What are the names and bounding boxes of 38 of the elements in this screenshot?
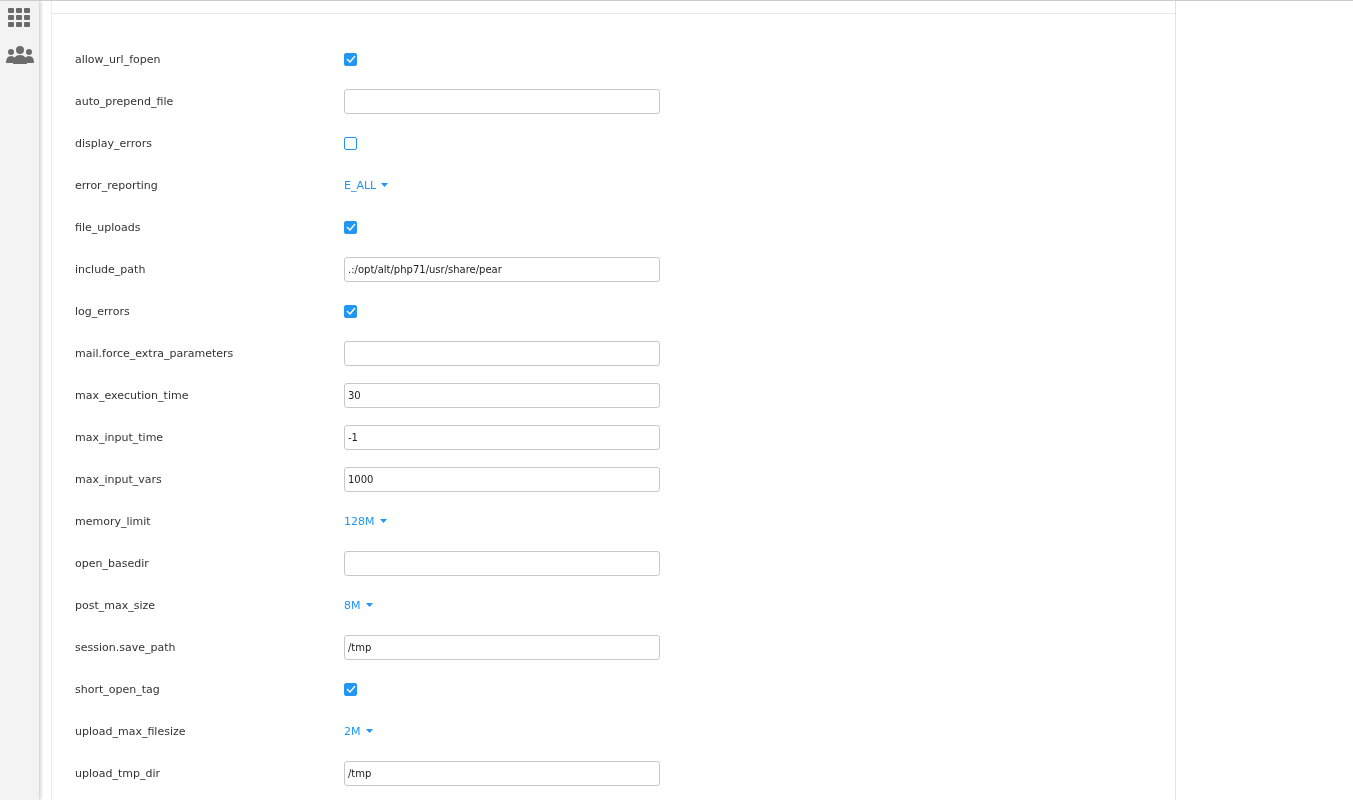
input-field[interactable] (344, 88, 660, 114)
setting-label: max_input_vars (75, 472, 163, 486)
setting-label: max_input_time (75, 430, 165, 444)
grid-icon[interactable] (8, 8, 31, 27)
setting-label: upload_max_filesize (75, 724, 187, 738)
checkbox[interactable] (344, 682, 357, 696)
checkbox[interactable] (344, 136, 357, 150)
checkbox[interactable] (344, 304, 357, 318)
input-field[interactable] (344, 340, 660, 366)
setting-label: display_errors (75, 136, 153, 150)
setting-label: max_execution_time (75, 388, 190, 402)
setting-label: session.save_path (75, 640, 177, 654)
input-field[interactable]: /tmp (344, 760, 660, 786)
caret-icon (365, 603, 373, 607)
setting-label: log_errors (75, 304, 131, 318)
setting-label: allow_url_fopen (75, 52, 162, 66)
input-field[interactable] (344, 550, 660, 576)
caret-icon (381, 183, 389, 187)
input-field[interactable]: -1 (344, 424, 660, 450)
setting-label: error_reporting (75, 178, 159, 192)
setting-label: include_path (75, 262, 147, 276)
checkbox[interactable] (344, 52, 357, 66)
setting-label: short_open_tag (75, 682, 161, 696)
setting-label: upload_tmp_dir (75, 766, 162, 780)
input-field[interactable]: /tmp (344, 634, 660, 660)
caret-icon (365, 729, 373, 733)
setting-label: auto_prepend_file (75, 94, 175, 108)
users-icon[interactable] (5, 46, 34, 64)
setting-label: memory_limit (75, 514, 152, 528)
checkbox[interactable] (344, 220, 357, 234)
input-field[interactable]: 30 (344, 382, 660, 408)
input-field[interactable]: 1000 (344, 466, 660, 492)
setting-label: post_max_size (75, 598, 157, 612)
setting-label: open_basedir (75, 556, 150, 570)
caret-icon (379, 519, 387, 523)
setting-label: file_uploads (75, 220, 142, 234)
setting-label: mail.force_extra_parameters (75, 346, 235, 360)
input-field[interactable]: .:/opt/alt/php71/usr/share/pear (344, 256, 660, 282)
